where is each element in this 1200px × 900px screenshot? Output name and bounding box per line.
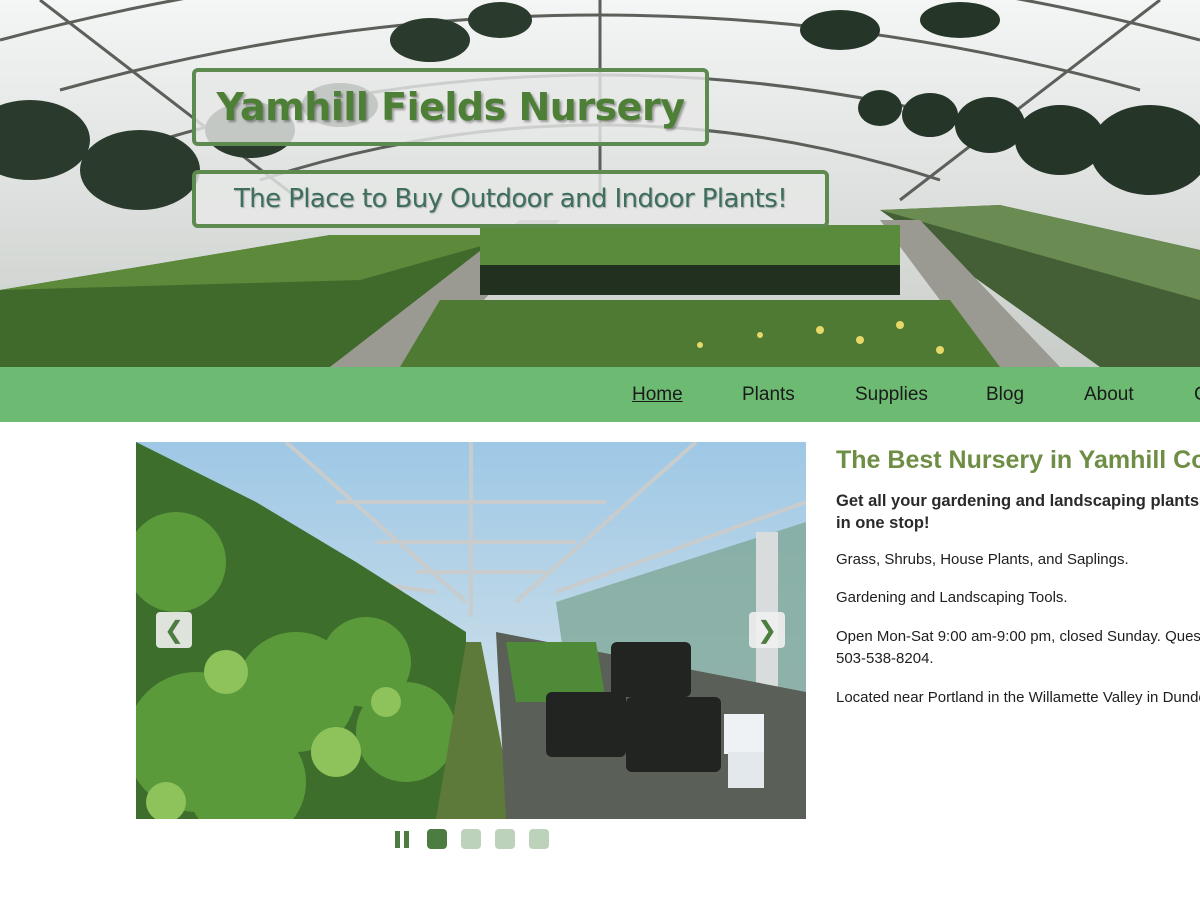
nav-contact[interactable]: C [1194,384,1200,406]
tools-text: Gardening and Landscaping Tools. [836,589,1068,606]
site-title-box: Yamhill Fields Nursery [192,68,709,146]
chevron-right-icon: ❯ [756,616,778,644]
intro-lead-line-1: Get all your gardening and landscaping p… [836,492,1200,510]
location-text: Located near Portland in the Willamette … [836,689,1200,706]
intro-lead-line-2: in one stop! [836,514,930,532]
hero-banner: Yamhill Fields Nursery The Place to Buy … [0,0,1200,367]
next-slide-button[interactable]: ❯ [749,612,785,648]
previous-slide-button[interactable]: ❮ [156,612,192,648]
nav-plants[interactable]: Plants [742,384,795,406]
intro-heading: The Best Nursery in Yamhill Co [836,446,1200,474]
chevron-left-icon: ❮ [163,616,185,644]
slide-indicator-1[interactable] [427,829,447,849]
intro-lead: Get all your gardening and landscaping p… [836,490,1200,534]
nav-supplies[interactable]: Supplies [855,384,928,406]
hours-text: Open Mon-Sat 9:00 am-9:00 pm, closed Sun… [836,628,1200,645]
slide-indicator-2[interactable] [461,829,481,849]
main-navigation: Home Plants Supplies Blog About C [0,367,1200,422]
products-text: Grass, Shrubs, House Plants, and Sapling… [836,551,1129,568]
intro-section: The Best Nursery in Yamhill Co Get all y… [836,444,1200,744]
nav-about[interactable]: About [1084,384,1134,406]
image-slideshow: ❮ ❯ [136,442,806,819]
slide-indicator-3[interactable] [495,829,515,849]
slide-indicator-4[interactable] [529,829,549,849]
nav-blog[interactable]: Blog [986,384,1024,406]
nav-home[interactable]: Home [632,384,683,406]
site-title: Yamhill Fields Nursery [216,85,685,129]
site-tagline: The Place to Buy Outdoor and Indoor Plan… [233,184,788,214]
phone-text: 503-538-8204. [836,650,934,667]
tagline-box: The Place to Buy Outdoor and Indoor Plan… [192,170,829,228]
pause-icon[interactable] [394,829,412,849]
slide-image-greenhouse-interior [136,442,806,819]
